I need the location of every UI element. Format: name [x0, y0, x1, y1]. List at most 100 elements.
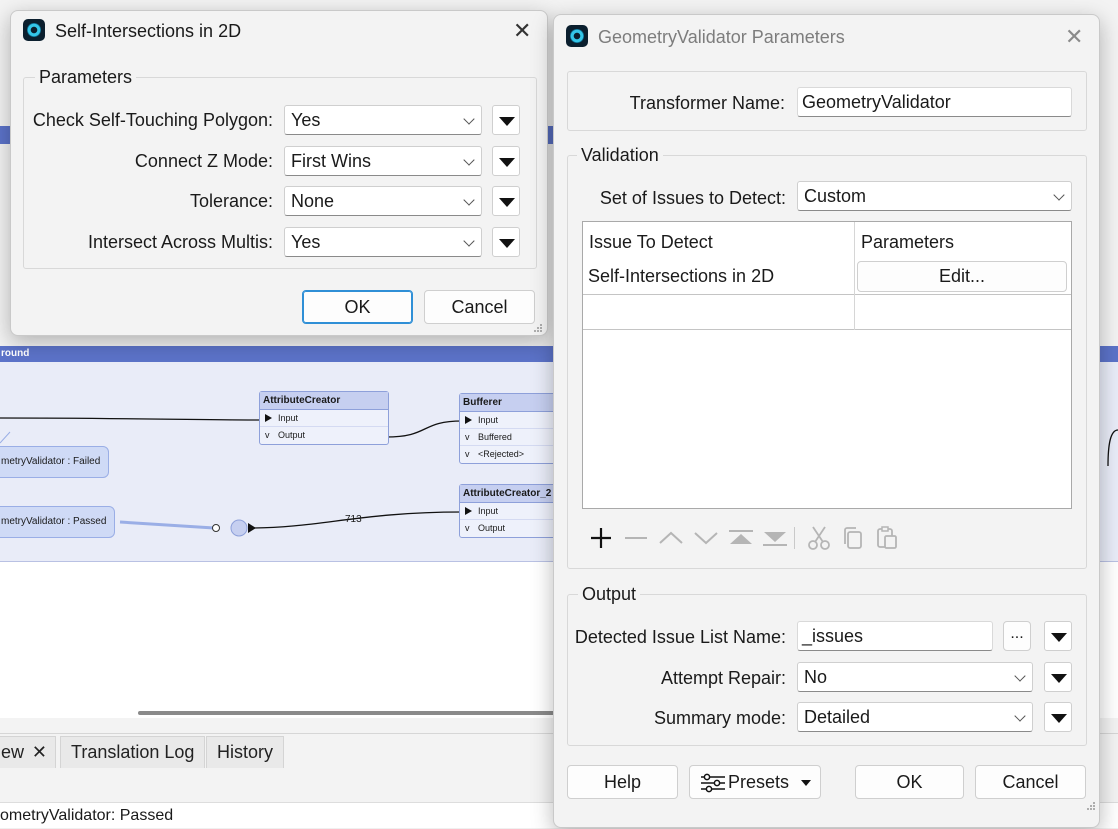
issues-table[interactable]: Issue To Detect Parameters Self-Intersec…: [582, 221, 1072, 509]
output-port[interactable]: v Output: [460, 520, 558, 537]
group-title: Parameters: [35, 67, 137, 88]
intersect-across-multis-menu-button[interactable]: [492, 227, 520, 257]
summary-mode-menu-button[interactable]: [1044, 702, 1072, 732]
move-bottom-icon[interactable]: [761, 524, 789, 552]
move-up-icon[interactable]: [657, 524, 685, 552]
cut-icon[interactable]: [805, 524, 833, 552]
presets-label: Presets: [728, 772, 790, 792]
node-title: AttributeCreator: [260, 392, 388, 410]
intersect-across-multis-select[interactable]: Yes: [284, 227, 482, 257]
attempt-repair-label: Attempt Repair:: [660, 668, 786, 688]
input-arrow-icon: [465, 416, 472, 424]
help-button[interactable]: Help: [567, 765, 678, 799]
horizontal-scrollbar[interactable]: [138, 711, 558, 715]
table-row-divider: [583, 329, 1071, 330]
geometry-validator-dialog: GeometryValidator Parameters ✕ Transform…: [553, 14, 1100, 828]
ok-button[interactable]: OK: [302, 290, 413, 324]
input-arrow-icon: [265, 414, 272, 422]
chevron-down-icon: v: [265, 430, 270, 440]
issue-list-menu-button[interactable]: [1044, 621, 1072, 651]
edit-parameters-button[interactable]: Edit...: [857, 261, 1067, 292]
resize-grip-icon[interactable]: [533, 323, 543, 333]
summary-mode-select[interactable]: Detailed: [797, 702, 1033, 732]
issues-to-detect-label: Set of Issues to Detect:: [599, 188, 786, 208]
input-port[interactable]: Input: [460, 412, 558, 429]
fme-app-icon: [566, 25, 588, 47]
add-icon[interactable]: [587, 524, 615, 552]
cancel-button[interactable]: Cancel: [424, 290, 535, 324]
column-header-parameters[interactable]: Parameters: [861, 232, 954, 253]
fme-app-icon: [23, 19, 45, 41]
check-self-touching-select[interactable]: Yes: [284, 105, 482, 135]
dialog-title: Self-Intersections in 2D: [55, 21, 242, 41]
node-bufferer[interactable]: Bufferer Input v Buffered v <Rejected>: [459, 393, 559, 464]
browse-ellipsis-button[interactable]: ...: [1003, 621, 1031, 651]
connect-z-mode-select[interactable]: First Wins: [284, 146, 482, 176]
toolbar-separator: [794, 527, 795, 549]
chevron-down-icon: [463, 113, 475, 125]
ok-button[interactable]: OK: [855, 765, 964, 799]
connect-z-mode-menu-button[interactable]: [492, 146, 520, 176]
chevron-down-icon: [463, 154, 475, 166]
close-icon[interactable]: ✕: [32, 737, 47, 767]
chevron-down-icon: v: [465, 432, 470, 442]
port-bubble-failed[interactable]: metryValidator : Failed: [0, 446, 110, 478]
issues-to-detect-select[interactable]: Custom: [797, 181, 1072, 211]
group-title: Output: [578, 584, 641, 605]
tab-history[interactable]: History: [206, 736, 285, 768]
attempt-repair-menu-button[interactable]: [1044, 662, 1072, 692]
dialog-titlebar[interactable]: GeometryValidator Parameters ✕: [554, 15, 1099, 57]
sliders-icon: [701, 773, 725, 793]
presets-button[interactable]: Presets: [689, 765, 821, 799]
chevron-down-icon: [463, 194, 475, 206]
port-bubble-passed[interactable]: metryValidator : Passed: [0, 506, 116, 538]
input-port[interactable]: Input: [260, 410, 388, 427]
intersect-across-multis-label: Intersect Across Multis:: [87, 232, 273, 252]
chevron-down-icon: [1014, 710, 1026, 722]
group-title: Validation: [577, 145, 663, 166]
output-port[interactable]: v Output: [260, 427, 388, 444]
cancel-button[interactable]: Cancel: [975, 765, 1086, 799]
paste-icon[interactable]: [873, 524, 901, 552]
caret-down-icon: [801, 780, 811, 786]
close-icon[interactable]: ✕: [1065, 26, 1083, 48]
chevron-down-icon: [463, 235, 475, 247]
tolerance-select[interactable]: None: [284, 186, 482, 216]
issue-list-name-label: Detected Issue List Name:: [574, 627, 786, 647]
node-attribute-creator-2[interactable]: AttributeCreator_2 Input v Output: [459, 484, 559, 538]
dialog-title: GeometryValidator Parameters: [598, 27, 845, 47]
chevron-down-icon: v: [465, 523, 470, 533]
node-title: AttributeCreator_2: [460, 485, 558, 503]
self-intersections-dialog: Self-Intersections in 2D ✕ Parameters Ch…: [10, 10, 548, 336]
wire-feature-count: 713: [345, 514, 362, 525]
dialog-titlebar[interactable]: Self-Intersections in 2D ✕: [11, 11, 547, 53]
input-port[interactable]: Input: [460, 503, 558, 520]
issue-list-name-field[interactable]: _issues: [797, 621, 993, 651]
column-header-issue[interactable]: Issue To Detect: [589, 232, 713, 253]
output-port[interactable]: v <Rejected>: [460, 446, 558, 463]
chevron-down-icon: [1014, 670, 1026, 682]
transformer-name-label: Transformer Name:: [629, 93, 785, 113]
check-self-touching-label: Check Self-Touching Polygon:: [32, 110, 273, 130]
close-icon[interactable]: ✕: [513, 20, 531, 42]
attempt-repair-select[interactable]: No: [797, 662, 1033, 692]
tab-translation-log[interactable]: Translation Log: [60, 736, 206, 768]
remove-icon[interactable]: [622, 524, 650, 552]
transformer-name-field[interactable]: GeometryValidator: [797, 87, 1072, 117]
output-port[interactable]: v Buffered: [460, 429, 558, 446]
issue-name-cell[interactable]: Self-Intersections in 2D: [588, 266, 774, 287]
tolerance-label: Tolerance:: [189, 191, 273, 211]
table-row-divider: [583, 294, 1071, 295]
chevron-down-icon: [1053, 189, 1065, 201]
move-top-icon[interactable]: [727, 524, 755, 552]
copy-icon[interactable]: [839, 524, 867, 552]
check-self-touching-menu-button[interactable]: [492, 105, 520, 135]
tolerance-menu-button[interactable]: [492, 186, 520, 216]
resize-grip-icon[interactable]: [1086, 801, 1096, 811]
chevron-down-icon: v: [465, 449, 470, 459]
node-title: Bufferer: [460, 394, 558, 412]
tab-feature-view[interactable]: ew ✕: [0, 736, 56, 768]
move-down-icon[interactable]: [692, 524, 720, 552]
node-attribute-creator[interactable]: AttributeCreator Input v Output: [259, 391, 389, 445]
table-column-divider: [854, 222, 855, 330]
